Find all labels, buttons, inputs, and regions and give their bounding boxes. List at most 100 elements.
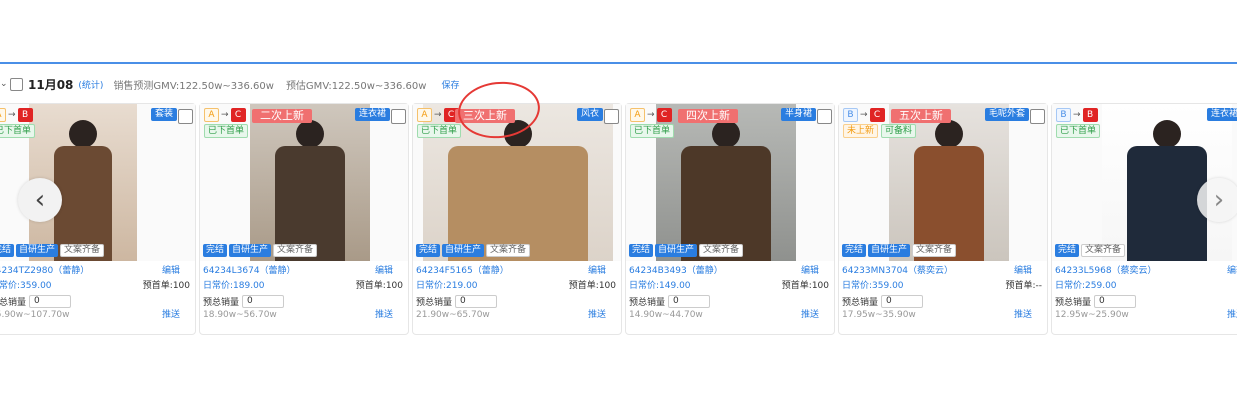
process-tag: 自研生产: [16, 244, 59, 257]
product-image[interactable]: A → C 已下首单 四次上新 半身裙 完结 自研生产 文案齐备: [626, 104, 834, 261]
process-tags: 完结自研生产文案齐备: [203, 244, 318, 257]
to-level-badge: C: [869, 108, 885, 122]
from-level-badge: B: [1056, 108, 1071, 122]
top-divider: [0, 62, 1237, 64]
category-tag: 连衣裙: [354, 108, 390, 121]
push-link[interactable]: 推送: [1014, 309, 1032, 321]
card-checkbox[interactable]: [391, 109, 406, 124]
push-link[interactable]: 推送: [375, 309, 393, 321]
product-code-link[interactable]: 64234B3493（蕾静）: [629, 266, 723, 276]
product-image[interactable]: B → C 未上新 可备料 五次上新 毛呢外套 完结 自研生产 文案齐备: [839, 104, 1047, 261]
card-info: 64234B3493（蕾静） 编辑 日常价:149.00 预首单:100 预总销…: [629, 264, 831, 321]
level-flow: B → C: [843, 108, 885, 122]
process-tag: 文案齐备: [912, 244, 957, 257]
daily-price: 日常价:359.00: [842, 281, 904, 291]
save-link[interactable]: 保存: [441, 78, 459, 91]
select-all-checkbox[interactable]: [10, 77, 23, 91]
product-card[interactable]: B → C 未上新 可备料 五次上新 毛呢外套 完结 自研生产 文案齐备 64233M…: [838, 103, 1048, 335]
daily-price: 日常价:189.00: [203, 281, 265, 291]
model-head: [935, 120, 963, 148]
product-code-link[interactable]: 64234L3674（蕾静）: [203, 266, 296, 276]
push-link[interactable]: 推送: [1227, 309, 1237, 321]
level-flow: B → B: [1056, 108, 1098, 122]
status-tags: 已下首单: [1056, 124, 1101, 138]
category-tag: 套装: [150, 108, 177, 121]
process-tag: 自研生产: [442, 244, 485, 257]
edit-link[interactable]: 编辑: [588, 264, 606, 279]
sales-label: 预总销量: [842, 298, 879, 308]
product-code-link[interactable]: 64233L5968（蔡奕云）: [1055, 266, 1157, 276]
arrow-right-icon: →: [1073, 110, 1081, 120]
sales-input[interactable]: 0: [242, 295, 285, 308]
status-tag: 已下首单: [0, 124, 36, 138]
garment-shape: [1127, 146, 1207, 261]
carousel-prev-button[interactable]: ‹: [18, 178, 62, 222]
push-link[interactable]: 推送: [162, 309, 180, 321]
gmv-forecast: 销售预测GMV:122.50w~336.60w: [113, 80, 274, 92]
product-card[interactable]: A → C 已下首单 三次上新 风衣 完结 自研生产 文案齐备 64234F5165…: [412, 103, 622, 335]
sales-input[interactable]: 0: [29, 295, 72, 308]
product-code-link[interactable]: 64234F5165（蕾静）: [416, 266, 509, 276]
sales-label: 预总销量: [416, 298, 453, 308]
level-flow: A → C: [417, 108, 459, 122]
sales-input[interactable]: 0: [455, 295, 498, 308]
status-tag: 可备料: [881, 124, 917, 138]
status-tag: 未上新: [843, 124, 879, 138]
stats-link[interactable]: (统计): [78, 78, 103, 91]
process-tags: 完结自研生产文案齐备: [629, 244, 744, 257]
from-level-badge: A: [417, 108, 432, 122]
relaunch-tag: 四次上新: [678, 109, 738, 123]
gmv-estimate: 预估GMV:122.50w~336.60w: [285, 80, 427, 92]
to-level-badge: B: [1082, 108, 1098, 122]
card-info: 64234F5165（蕾静） 编辑 日常价:219.00 预首单:100 预总销…: [416, 264, 618, 321]
process-tag: 完结: [203, 244, 228, 257]
status-tags: 已下首单: [630, 124, 675, 138]
daily-price: 日常价:149.00: [629, 281, 691, 291]
process-tag: 文案齐备: [1081, 244, 1126, 257]
push-link[interactable]: 推送: [801, 309, 819, 321]
process-tag: 完结: [629, 244, 654, 257]
carousel-next-button[interactable]: ›: [1197, 178, 1237, 222]
arrow-right-icon: →: [434, 110, 442, 120]
product-card[interactable]: A → C 已下首单 二次上新 连衣裙 完结 自研生产 文案齐备 64234L367…: [199, 103, 409, 335]
card-checkbox[interactable]: [1030, 109, 1045, 124]
gmv-range: 17.95w~35.90w: [842, 310, 916, 320]
card-checkbox[interactable]: [817, 109, 832, 124]
status-tags: 未上新 可备料: [843, 124, 917, 138]
sales-input[interactable]: 0: [668, 295, 711, 308]
edit-link[interactable]: 编辑: [1227, 264, 1237, 279]
sales-input[interactable]: 0: [1094, 295, 1137, 308]
gmv-range: 35.90w~107.70w: [0, 310, 70, 320]
status-tags: 已下首单: [0, 124, 36, 138]
edit-link[interactable]: 编辑: [1014, 264, 1032, 279]
preorder-count: 预首单:100: [142, 281, 190, 291]
to-level-badge: C: [656, 108, 672, 122]
process-tag: 文案齐备: [60, 244, 105, 257]
edit-link[interactable]: 编辑: [801, 264, 819, 279]
to-level-badge: B: [17, 108, 33, 122]
sales-input[interactable]: 0: [881, 295, 924, 308]
product-card[interactable]: A → C 已下首单 四次上新 半身裙 完结 自研生产 文案齐备 64234B349…: [625, 103, 835, 335]
card-info: 64233MN3704（蔡奕云） 编辑 日常价:359.00 预首单:-- 预总…: [842, 264, 1044, 321]
product-code-link[interactable]: 64233MN3704（蔡奕云）: [842, 266, 953, 276]
level-flow: A → C: [630, 108, 672, 122]
edit-link[interactable]: 编辑: [375, 264, 393, 279]
gmv-range: 14.90w~44.70w: [629, 310, 703, 320]
arrow-right-icon: →: [860, 110, 868, 120]
model-head: [296, 120, 324, 148]
level-flow: A → C: [204, 108, 246, 122]
process-tag: 文案齐备: [699, 244, 744, 257]
card-info: 64233L5968（蔡奕云） 编辑 日常价:259.00 预首 预总销量 0 …: [1055, 264, 1237, 321]
product-code-link[interactable]: 64234TZ2980（蕾静）: [0, 266, 89, 276]
card-checkbox[interactable]: [178, 109, 193, 124]
collapse-chevron-icon[interactable]: ⌄: [0, 79, 8, 89]
push-link[interactable]: 推送: [588, 309, 606, 321]
product-image[interactable]: A → C 已下首单 二次上新 连衣裙 完结 自研生产 文案齐备: [200, 104, 408, 261]
arrow-right-icon: →: [8, 110, 16, 120]
process-tags: 完结 文案齐备: [1055, 244, 1126, 257]
preorder-count: 预首单:100: [355, 281, 403, 291]
edit-link[interactable]: 编辑: [162, 264, 180, 279]
from-level-badge: A: [630, 108, 645, 122]
to-level-badge: C: [230, 108, 246, 122]
card-checkbox[interactable]: [604, 109, 619, 124]
